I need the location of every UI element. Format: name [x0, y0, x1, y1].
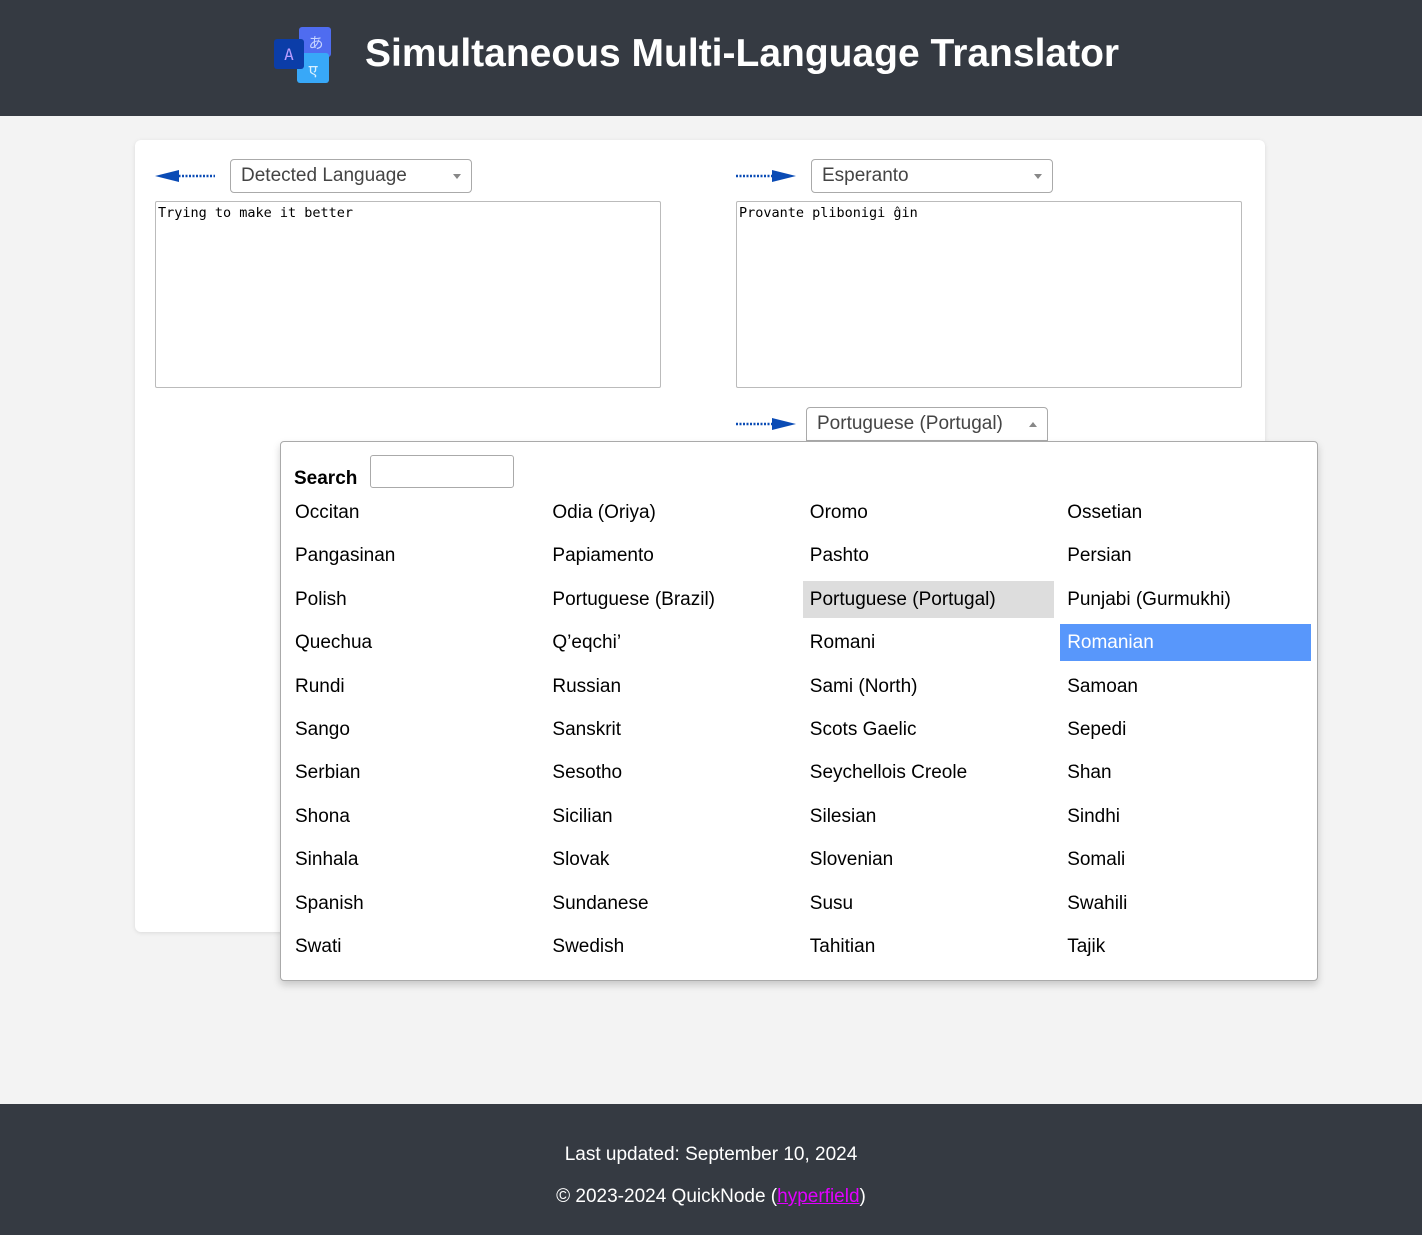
source-text-input[interactable]: Trying to make it better	[155, 201, 661, 388]
language-option[interactable]: Swati	[288, 928, 539, 965]
language-option[interactable]: Tajik	[1060, 928, 1311, 965]
language-option[interactable]: Sundanese	[545, 885, 796, 922]
svg-text:A: A	[284, 45, 294, 64]
app-header: A あ ए Simultaneous Multi-Language Transl…	[0, 0, 1422, 116]
copyright-text: © 2023-2024 QuickNode (	[556, 1186, 777, 1207]
chevron-down-icon	[453, 174, 461, 179]
footer: Last updated: September 10, 2024 © 2023-…	[0, 1104, 1422, 1235]
target-language-select-1[interactable]: Esperanto	[811, 159, 1053, 193]
language-option[interactable]: Russian	[545, 668, 796, 705]
language-option[interactable]: Ossetian	[1060, 494, 1311, 531]
language-option[interactable]: Pashto	[803, 537, 1054, 574]
source-language-select[interactable]: Detected Language	[230, 159, 472, 193]
language-option[interactable]: Sango	[288, 711, 539, 748]
language-option[interactable]: Silesian	[803, 798, 1054, 835]
language-option[interactable]: Shan	[1060, 754, 1311, 791]
language-option[interactable]: Rundi	[288, 668, 539, 705]
svg-text:あ: あ	[308, 35, 323, 52]
language-option[interactable]: Odia (Oriya)	[545, 494, 796, 531]
language-option[interactable]: Portuguese (Brazil)	[545, 581, 796, 618]
translate-logo-icon: A あ ए	[274, 27, 332, 84]
language-option[interactable]: Sicilian	[545, 798, 796, 835]
language-option[interactable]: Oromo	[803, 494, 1054, 531]
source-language-value: Detected Language	[241, 165, 407, 186]
language-option[interactable]: Serbian	[288, 754, 539, 791]
copyright-text-end: )	[860, 1186, 866, 1207]
language-option[interactable]: Shona	[288, 798, 539, 835]
arrow-right-icon	[736, 169, 796, 183]
target-language-select-2[interactable]: Portuguese (Portugal)	[806, 407, 1048, 441]
language-option[interactable]: Sinhala	[288, 841, 539, 878]
language-option[interactable]: Sanskrit	[545, 711, 796, 748]
language-option[interactable]: Sepedi	[1060, 711, 1311, 748]
language-option[interactable]: Somali	[1060, 841, 1311, 878]
arrow-left-icon	[155, 169, 215, 183]
language-option[interactable]: Seychellois Creole	[803, 754, 1054, 791]
target-language-value: Esperanto	[822, 165, 909, 186]
language-option[interactable]: Swahili	[1060, 885, 1311, 922]
language-option[interactable]: Quechua	[288, 624, 539, 661]
arrow-right-icon	[736, 417, 796, 431]
language-option[interactable]: Romani	[803, 624, 1054, 661]
language-option[interactable]: Papiamento	[545, 537, 796, 574]
language-option[interactable]: Romanian	[1060, 624, 1311, 661]
chevron-down-icon	[1034, 174, 1042, 179]
copyright: © 2023-2024 QuickNode (hyperfield)	[0, 1186, 1422, 1208]
hyperfield-link[interactable]: hyperfield	[777, 1186, 859, 1207]
language-option[interactable]: Scots Gaelic	[803, 711, 1054, 748]
target-text-output-1[interactable]: Provante plibonigi ĝin	[736, 201, 1242, 388]
language-option[interactable]: Q’eqchi’	[545, 624, 796, 661]
last-updated: Last updated: September 10, 2024	[0, 1144, 1422, 1166]
language-dropdown: Search OccitanOdia (Oriya)OromoOssetianP…	[280, 441, 1318, 981]
language-option[interactable]: Sesotho	[545, 754, 796, 791]
language-option[interactable]: Samoan	[1060, 668, 1311, 705]
language-option[interactable]: Punjabi (Gurmukhi)	[1060, 581, 1311, 618]
target-language-value: Portuguese (Portugal)	[817, 413, 1003, 434]
language-option[interactable]: Swedish	[545, 928, 796, 965]
language-option[interactable]: Polish	[288, 581, 539, 618]
chevron-up-icon	[1029, 422, 1037, 427]
search-label: Search	[294, 468, 357, 490]
language-option[interactable]: Sami (North)	[803, 668, 1054, 705]
search-input[interactable]	[370, 455, 514, 488]
language-option[interactable]: Susu	[803, 885, 1054, 922]
language-option[interactable]: Slovenian	[803, 841, 1054, 878]
language-option[interactable]: Tahitian	[803, 928, 1054, 965]
language-option[interactable]: Pangasinan	[288, 537, 539, 574]
svg-text:ए: ए	[309, 63, 319, 80]
language-option[interactable]: Occitan	[288, 494, 539, 531]
language-option[interactable]: Persian	[1060, 537, 1311, 574]
language-option[interactable]: Slovak	[545, 841, 796, 878]
language-option[interactable]: Spanish	[288, 885, 539, 922]
page-title: Simultaneous Multi-Language Translator	[365, 32, 1119, 76]
language-option[interactable]: Sindhi	[1060, 798, 1311, 835]
language-option[interactable]: Portuguese (Portugal)	[803, 581, 1054, 618]
